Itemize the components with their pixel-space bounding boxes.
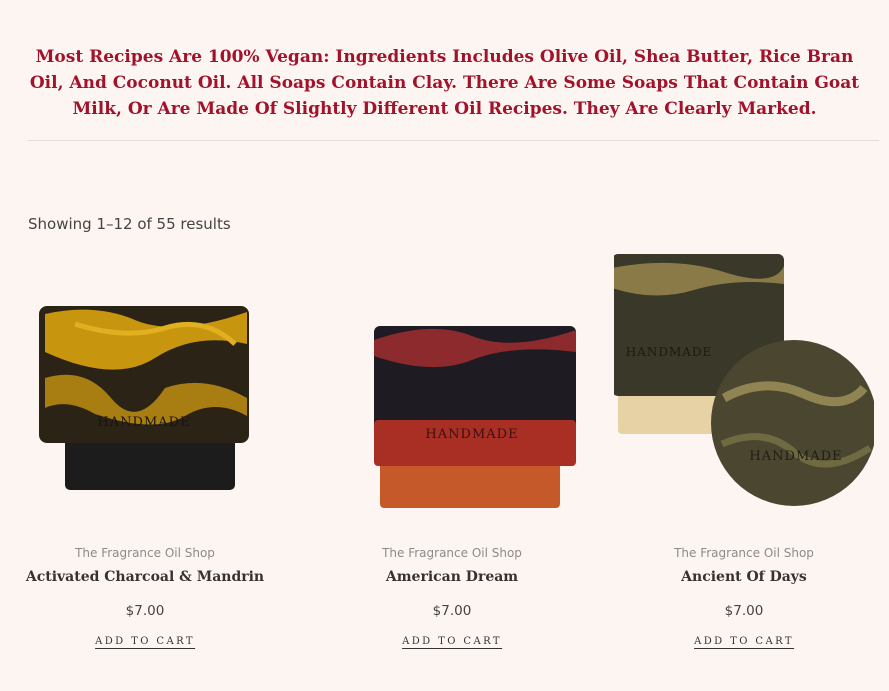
product-vendor: The Fragrance Oil Shop — [75, 546, 215, 560]
add-to-cart-button[interactable]: ADD TO CART — [402, 636, 502, 649]
product-card: HANDMADE HANDMADE The Fragrance Oil Shop… — [614, 248, 874, 678]
product-image[interactable]: HANDMADE HANDMADE — [614, 248, 874, 528]
product-vendor: The Fragrance Oil Shop — [382, 546, 522, 560]
add-to-cart-button[interactable]: ADD TO CART — [95, 636, 195, 649]
add-to-cart-button[interactable]: ADD TO CART — [694, 636, 794, 649]
svg-text:HANDMADE: HANDMADE — [97, 415, 190, 430]
product-image[interactable]: HANDMADE — [15, 248, 275, 528]
product-image[interactable]: HANDMADE — [322, 248, 582, 528]
svg-text:HANDMADE: HANDMADE — [749, 449, 842, 464]
svg-text:HANDMADE: HANDMADE — [626, 345, 713, 359]
svg-text:HANDMADE: HANDMADE — [425, 427, 518, 442]
product-title[interactable]: American Dream — [322, 569, 582, 585]
product-title[interactable]: Activated Charcoal & Mandrin — [15, 569, 275, 585]
product-price: $7.00 — [125, 603, 165, 619]
product-card: HANDMADE The Fragrance Oil Shop American… — [322, 248, 582, 678]
product-title[interactable]: Ancient Of Days — [614, 569, 874, 585]
divider — [28, 140, 879, 141]
product-card: HANDMADE The Fragrance Oil Shop Activate… — [15, 248, 275, 678]
product-vendor: The Fragrance Oil Shop — [674, 546, 814, 560]
product-price: $7.00 — [432, 603, 472, 619]
product-price: $7.00 — [724, 603, 764, 619]
result-count: Showing 1–12 of 55 results — [28, 215, 231, 233]
store-notice: Most Recipes Are 100% Vegan: Ingredients… — [29, 47, 860, 119]
